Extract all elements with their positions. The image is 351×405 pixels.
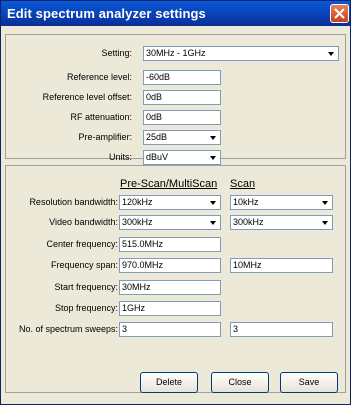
resolution-bandwidth-scan-select[interactable]: 10kHz [230, 195, 333, 210]
video-bandwidth-scan-value: 300kHz [233, 217, 264, 227]
settings-window: Edit spectrum analyzer settings Setting:… [0, 0, 351, 405]
setting-select[interactable]: 30MHz - 1GHz [143, 46, 339, 61]
video-bandwidth-prescan-select[interactable]: 300kHz [119, 215, 221, 230]
sweep-settings-group: Pre-Scan/MultiScan Scan Resolution bandw… [5, 165, 346, 393]
pre-amplifier-label: Pre-amplifier: [78, 132, 132, 142]
close-icon [334, 8, 345, 19]
title-bar[interactable]: Edit spectrum analyzer settings [1, 1, 350, 26]
start-frequency-input[interactable]: 30MHz [119, 280, 221, 295]
center-frequency-input[interactable]: 515.0MHz [119, 237, 221, 252]
save-button[interactable]: Save [280, 372, 338, 393]
resolution-bandwidth-prescan-value: 120kHz [122, 197, 153, 207]
close-button[interactable]: Close [211, 372, 269, 393]
chevron-down-icon[interactable] [207, 196, 220, 209]
general-settings-group: Setting: 30MHz - 1GHz Reference level: -… [5, 34, 346, 165]
units-select[interactable]: dBuV [143, 150, 221, 165]
resolution-bandwidth-label: Resolution bandwidth: [29, 197, 118, 207]
chevron-down-icon[interactable] [207, 151, 220, 164]
spectrum-sweeps-prescan-input[interactable]: 3 [119, 322, 221, 337]
pre-amplifier-value: 25dB [146, 132, 168, 142]
delete-button[interactable]: Delete [140, 372, 198, 393]
reference-level-offset-label: Reference level offset: [42, 92, 132, 102]
reference-level-label: Reference level: [66, 72, 132, 82]
frequency-span-scan-input[interactable]: 10MHz [230, 258, 333, 273]
units-label: Units: [108, 152, 132, 162]
rf-attenuation-input[interactable]: 0dB [143, 110, 221, 125]
chevron-down-icon[interactable] [325, 47, 338, 60]
chevron-down-icon[interactable] [319, 216, 332, 229]
video-bandwidth-label: Video bandwidth: [49, 217, 118, 227]
video-bandwidth-scan-select[interactable]: 300kHz [230, 215, 333, 230]
reference-level-input[interactable]: -60dB [143, 70, 221, 85]
resolution-bandwidth-prescan-select[interactable]: 120kHz [119, 195, 221, 210]
spectrum-sweeps-label: No. of spectrum sweeps: [18, 324, 118, 334]
reference-level-offset-input[interactable]: 0dB [143, 90, 221, 105]
resolution-bandwidth-scan-value: 10kHz [233, 197, 259, 207]
frequency-span-label: Frequency span: [50, 260, 118, 270]
window-title: Edit spectrum analyzer settings [7, 6, 206, 21]
scan-column-header: Scan [230, 178, 256, 190]
setting-label: Setting: [101, 48, 132, 58]
chevron-down-icon[interactable] [319, 196, 332, 209]
setting-value: 30MHz - 1GHz [146, 48, 206, 58]
chevron-down-icon[interactable] [207, 216, 220, 229]
stop-frequency-label: Stop frequency: [54, 303, 118, 313]
close-window-button[interactable] [330, 4, 349, 23]
center-frequency-label: Center frequency: [46, 239, 118, 249]
units-value: dBuV [146, 152, 169, 162]
start-frequency-label: Start frequency: [54, 282, 118, 292]
video-bandwidth-prescan-value: 300kHz [122, 217, 153, 227]
stop-frequency-input[interactable]: 1GHz [119, 301, 221, 316]
rf-attenuation-label: RF attenuation: [70, 112, 132, 122]
spectrum-sweeps-scan-input[interactable]: 3 [230, 322, 333, 337]
pre-amplifier-select[interactable]: 25dB [143, 130, 221, 145]
prescan-column-header: Pre-Scan/MultiScan [120, 178, 218, 190]
chevron-down-icon[interactable] [207, 131, 220, 144]
frequency-span-prescan-input[interactable]: 970.0MHz [119, 258, 221, 273]
